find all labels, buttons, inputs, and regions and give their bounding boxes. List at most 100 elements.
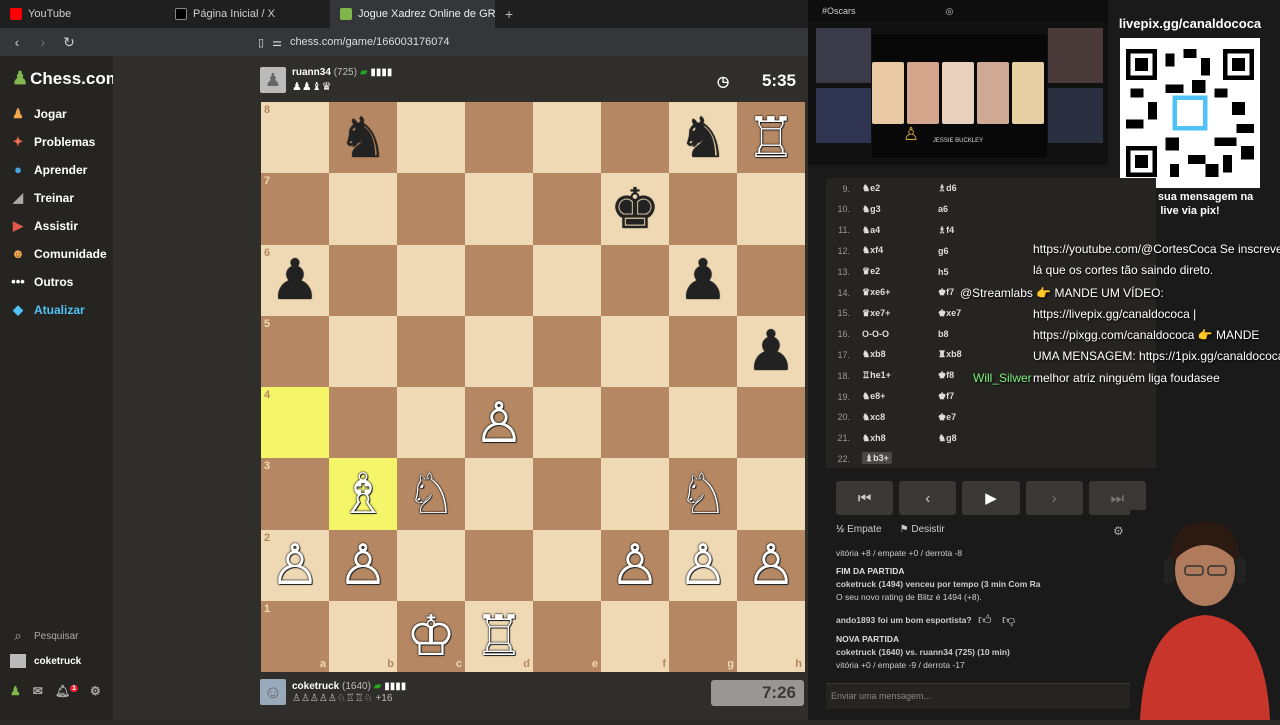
black-move[interactable]: ♚f7 <box>938 391 1058 402</box>
white-move[interactable]: ♞xc8 <box>858 412 938 423</box>
square-a6[interactable]: 6 ♟ <box>261 244 329 316</box>
chess-piece[interactable]: ♙ <box>610 537 660 593</box>
square-b5[interactable] <box>329 315 397 387</box>
square-h4[interactable] <box>737 387 805 459</box>
chess-piece[interactable]: ♗ <box>338 465 388 522</box>
sidebar-item-comunidade[interactable]: ☻ Comunidade <box>10 246 107 261</box>
square-g1[interactable]: g <box>669 600 737 672</box>
black-move[interactable]: ♞g8 <box>938 433 1058 444</box>
white-move[interactable]: ♛xe7+ <box>858 308 938 319</box>
mail-icon[interactable]: ✉ <box>33 684 43 698</box>
square-b7[interactable] <box>329 173 397 245</box>
draw-button[interactable]: ½ Empate <box>836 524 882 535</box>
tab-youtube[interactable]: YouTube <box>0 0 165 28</box>
square-e7[interactable] <box>533 173 601 245</box>
square-f5[interactable] <box>601 315 669 387</box>
square-g3[interactable]: ♘ <box>669 458 737 530</box>
square-h7[interactable] <box>737 173 805 245</box>
square-a2[interactable]: 2 ♙ <box>261 529 329 601</box>
white-move[interactable]: ♞xh8 <box>858 433 938 444</box>
square-e4[interactable] <box>533 387 601 459</box>
square-f2[interactable]: ♙ <box>601 529 669 601</box>
square-b6[interactable] <box>329 244 397 316</box>
black-move[interactable]: a6 <box>938 204 1058 214</box>
chess-piece[interactable]: ♞ <box>678 109 728 166</box>
square-a5[interactable]: 5 <box>261 315 329 387</box>
square-b3[interactable]: ♗ <box>329 458 397 530</box>
chess-piece[interactable]: ♖ <box>474 608 524 664</box>
square-e1[interactable]: e <box>533 600 601 672</box>
square-g7[interactable] <box>669 173 737 245</box>
forward-icon[interactable]: › <box>36 34 50 50</box>
square-g5[interactable] <box>669 315 737 387</box>
white-move[interactable]: ♛e2 <box>858 266 938 277</box>
square-h1[interactable]: h <box>737 600 805 672</box>
avatar[interactable]: ☺ <box>260 679 286 705</box>
square-g6[interactable]: ♟ <box>669 244 737 316</box>
gear-icon[interactable]: ⚙ <box>90 684 101 698</box>
sidebar-item-outros[interactable]: ••• Outros <box>10 274 73 289</box>
square-g4[interactable] <box>669 387 737 459</box>
white-move[interactable]: ♖he1+ <box>858 370 938 381</box>
settings-icon[interactable]: ⚙ <box>1113 524 1124 538</box>
square-f1[interactable]: f <box>601 600 669 672</box>
square-c7[interactable] <box>397 173 465 245</box>
square-c5[interactable] <box>397 315 465 387</box>
sidebar-item-aprender[interactable]: ● Aprender <box>10 162 87 177</box>
white-move[interactable]: ♞a4 <box>858 225 938 236</box>
chess-piece[interactable]: ♙ <box>338 537 388 593</box>
white-move[interactable]: ♞g3 <box>858 204 938 215</box>
first-move-button[interactable]: ⏮ <box>836 481 894 515</box>
square-h6[interactable] <box>737 244 805 316</box>
chess-piece[interactable]: ♟ <box>746 323 796 379</box>
thumbs-up-icon[interactable]: 👍︎ <box>978 612 992 628</box>
white-move[interactable]: ♞xb8 <box>858 349 938 360</box>
new-tab-button[interactable]: + <box>495 6 523 22</box>
chess-piece[interactable]: ♙ <box>270 537 320 593</box>
square-a8[interactable]: 8 <box>261 102 329 174</box>
square-f6[interactable] <box>601 244 669 316</box>
chess-piece[interactable]: ♙ <box>678 537 728 593</box>
square-c8[interactable] <box>397 102 465 174</box>
square-e6[interactable] <box>533 244 601 316</box>
back-icon[interactable]: ‹ <box>10 34 24 50</box>
tab-x[interactable]: Página Inicial / X <box>165 0 330 28</box>
chess-piece[interactable]: ♞ <box>338 109 388 166</box>
square-b8[interactable]: ♞ <box>329 102 397 174</box>
chess-piece[interactable]: ♙ <box>474 394 524 451</box>
chess-piece[interactable]: ♖ <box>746 109 796 166</box>
chess-piece[interactable]: ♙ <box>746 537 796 593</box>
square-h2[interactable]: ♙ <box>737 529 805 601</box>
square-c6[interactable] <box>397 244 465 316</box>
square-h3[interactable] <box>737 458 805 530</box>
chess-piece[interactable]: ♚ <box>610 180 660 237</box>
play-button[interactable]: ▶ <box>962 481 1020 515</box>
sidebar-item-assistir[interactable]: ▶ Assistir <box>10 218 78 234</box>
black-move[interactable]: ♗f4 <box>938 225 1058 236</box>
chess-piece[interactable]: ♔ <box>406 608 456 664</box>
square-d1[interactable]: d ♖ <box>465 600 533 672</box>
white-move[interactable]: ♞e2 <box>858 183 938 194</box>
url-field[interactable]: ▯ ⚌ chess.com/game/166003176074 <box>98 31 798 53</box>
square-h8[interactable]: ♖ <box>737 102 805 174</box>
sidebar-item-atualizar[interactable]: ◆ Atualizar <box>10 302 85 318</box>
square-b4[interactable] <box>329 387 397 459</box>
next-move-button[interactable]: › <box>1025 481 1083 515</box>
resign-button[interactable]: ⚑ Desistir <box>900 524 945 535</box>
chat-input[interactable]: Enviar uma mensagem... <box>826 683 1156 709</box>
white-move[interactable]: ♞e8+ <box>858 391 938 402</box>
square-g8[interactable]: ♞ <box>669 102 737 174</box>
square-d4[interactable]: ♙ <box>465 387 533 459</box>
sidebar-item-problemas[interactable]: ✦ Problemas <box>10 134 96 150</box>
black-move[interactable]: ♗d6 <box>938 183 1058 194</box>
square-a1[interactable]: 1a <box>261 600 329 672</box>
avatar[interactable]: ♟ <box>260 67 286 93</box>
square-f7[interactable]: ♚ <box>601 173 669 245</box>
chess-piece[interactable]: ♟ <box>678 252 728 308</box>
chess-piece[interactable]: ♘ <box>678 465 728 522</box>
square-c3[interactable]: ♘ <box>397 458 465 530</box>
square-a3[interactable]: 3 <box>261 458 329 530</box>
sidebar-user[interactable]: coketruck <box>10 654 81 668</box>
sidebar-item-treinar[interactable]: ◢ Treinar <box>10 190 74 206</box>
square-d8[interactable] <box>465 102 533 174</box>
